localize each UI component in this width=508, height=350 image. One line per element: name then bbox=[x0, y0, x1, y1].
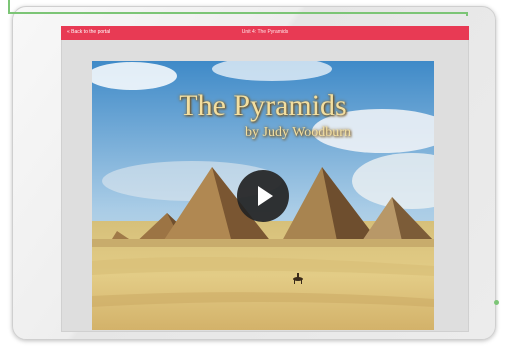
video-player[interactable]: The Pyramids by Judy Woodburn bbox=[92, 61, 434, 330]
accent-line-top bbox=[8, 12, 468, 14]
unit-title: Unit 4: The Pyramids bbox=[241, 29, 289, 35]
header-bar: « Back to the portal Unit 4: The Pyramid… bbox=[61, 26, 469, 40]
play-button[interactable] bbox=[237, 170, 289, 222]
video-title: The Pyramids bbox=[179, 89, 347, 122]
accent-line-tick bbox=[466, 12, 468, 16]
accent-dot bbox=[494, 300, 499, 305]
play-icon bbox=[258, 186, 273, 206]
stage: « Back to the portal Unit 4: The Pyramid… bbox=[0, 0, 508, 350]
video-subtitle: by Judy Woodburn bbox=[245, 125, 351, 140]
